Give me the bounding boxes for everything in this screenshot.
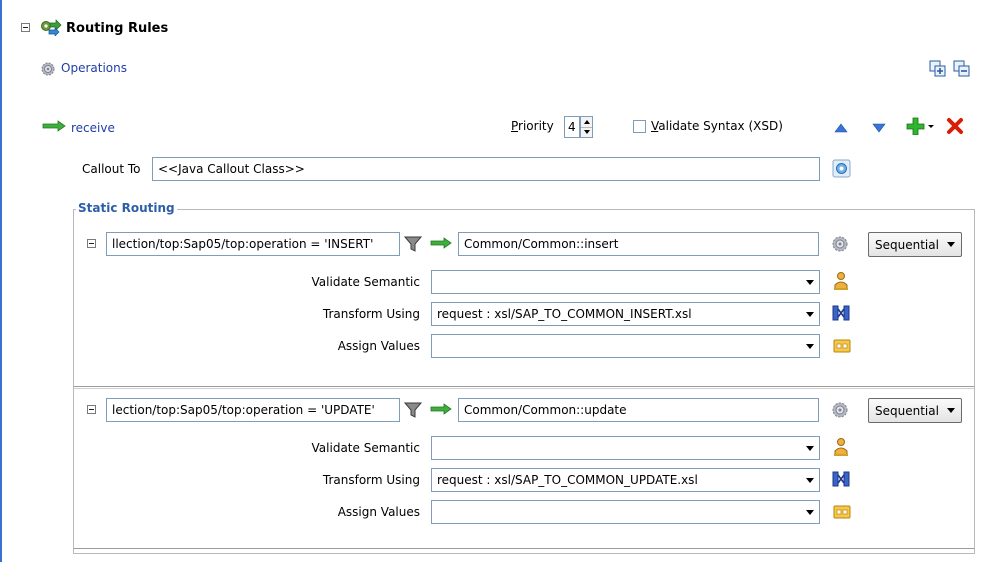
route-2-validate-label: Validate Semantic — [311, 441, 420, 455]
route-2-assign-select[interactable] — [431, 500, 820, 524]
chevron-down-icon — [806, 279, 814, 285]
operations-link[interactable]: Operations — [61, 61, 127, 75]
route-1-assign-label: Assign Values — [337, 339, 420, 353]
priority-decrement-button[interactable] — [581, 128, 592, 138]
route-2-mode-select[interactable]: Sequential — [868, 398, 962, 423]
route-1-filter-input[interactable]: llection/top:Sap05/top:operation = 'INSE… — [106, 232, 400, 256]
expand-all-icon[interactable] — [929, 60, 947, 78]
route-1-validate-select[interactable] — [431, 270, 820, 294]
route-2-mode-value: Sequential — [875, 403, 939, 418]
gear-icon[interactable] — [831, 401, 849, 419]
chevron-down-icon — [947, 408, 955, 413]
up-triangle-icon[interactable] — [834, 122, 848, 133]
green-arrow-icon — [430, 403, 454, 415]
chevron-down-icon — [806, 311, 814, 317]
route-2-validate-select[interactable] — [431, 436, 820, 460]
green-plus-icon[interactable] — [906, 117, 936, 136]
route-2-collapse-toggle[interactable] — [87, 405, 96, 414]
validate-syntax-checkbox[interactable] — [633, 120, 646, 133]
route-1-assign-select[interactable] — [431, 334, 820, 358]
priority-input[interactable]: 4 — [564, 116, 580, 138]
gear-icon — [40, 61, 56, 77]
route-separator-shadow — [74, 388, 974, 389]
xsl-map-icon[interactable] — [832, 470, 850, 488]
green-arrow-icon — [42, 120, 68, 132]
chevron-down-icon — [806, 343, 814, 349]
routing-rules-icon — [40, 18, 62, 37]
chevron-down-icon — [806, 509, 814, 515]
route-separator — [74, 386, 974, 387]
person-icon[interactable] — [832, 437, 850, 457]
collapse-all-icon[interactable] — [953, 60, 971, 78]
filter-funnel-icon[interactable] — [403, 235, 423, 253]
red-x-icon[interactable] — [946, 117, 964, 135]
route-1-transform-select[interactable]: request : xsl/SAP_TO_COMMON_INSERT.xsl — [431, 302, 820, 326]
route-2-target-input[interactable]: Common/Common::update — [458, 398, 819, 422]
browse-icon[interactable] — [832, 159, 851, 178]
gear-icon[interactable] — [831, 235, 849, 253]
priority-spinner[interactable] — [580, 116, 593, 138]
xsl-map-icon[interactable] — [832, 304, 850, 322]
assign-icon[interactable] — [833, 338, 851, 354]
chevron-down-icon — [806, 445, 814, 451]
callout-input[interactable]: <<Java Callout Class>> — [152, 157, 820, 181]
route-1-transform-value: request : xsl/SAP_TO_COMMON_INSERT.xsl — [437, 307, 692, 321]
priority-label: Priority — [511, 119, 554, 133]
route-2-transform-value: request : xsl/SAP_TO_COMMON_UPDATE.xsl — [437, 473, 698, 487]
person-icon[interactable] — [832, 271, 850, 291]
assign-icon[interactable] — [833, 504, 851, 520]
route-1-mode-select[interactable]: Sequential — [868, 232, 962, 257]
route-1-target-input[interactable]: Common/Common::insert — [458, 232, 819, 256]
left-accent-bar — [0, 0, 2, 562]
routing-rules-collapse-toggle[interactable] — [21, 23, 30, 32]
route-1-collapse-toggle[interactable] — [87, 239, 96, 248]
route-1-validate-label: Validate Semantic — [311, 275, 420, 289]
route-2-assign-label: Assign Values — [337, 505, 420, 519]
green-arrow-icon — [430, 237, 454, 249]
route-1-transform-label: Transform Using — [322, 307, 420, 321]
down-triangle-icon[interactable] — [872, 122, 886, 133]
filter-funnel-icon[interactable] — [403, 401, 423, 419]
operation-name-link[interactable]: receive — [71, 121, 115, 135]
static-routing-legend: Static Routing — [76, 201, 177, 215]
priority-increment-button[interactable] — [581, 117, 592, 128]
route-2-filter-input[interactable]: lection/top:Sap05/top:operation = 'UPDAT… — [106, 398, 400, 422]
callout-label: Callout To — [82, 162, 141, 176]
page-title: Routing Rules — [66, 21, 169, 36]
group-bottom-separator — [74, 548, 974, 549]
route-2-transform-label: Transform Using — [322, 473, 420, 487]
chevron-down-icon — [947, 242, 955, 247]
route-1-mode-value: Sequential — [875, 237, 939, 252]
validate-syntax-label: Validate Syntax (XSD) — [651, 119, 783, 133]
chevron-down-icon — [806, 477, 814, 483]
route-2-transform-select[interactable]: request : xsl/SAP_TO_COMMON_UPDATE.xsl — [431, 468, 820, 492]
